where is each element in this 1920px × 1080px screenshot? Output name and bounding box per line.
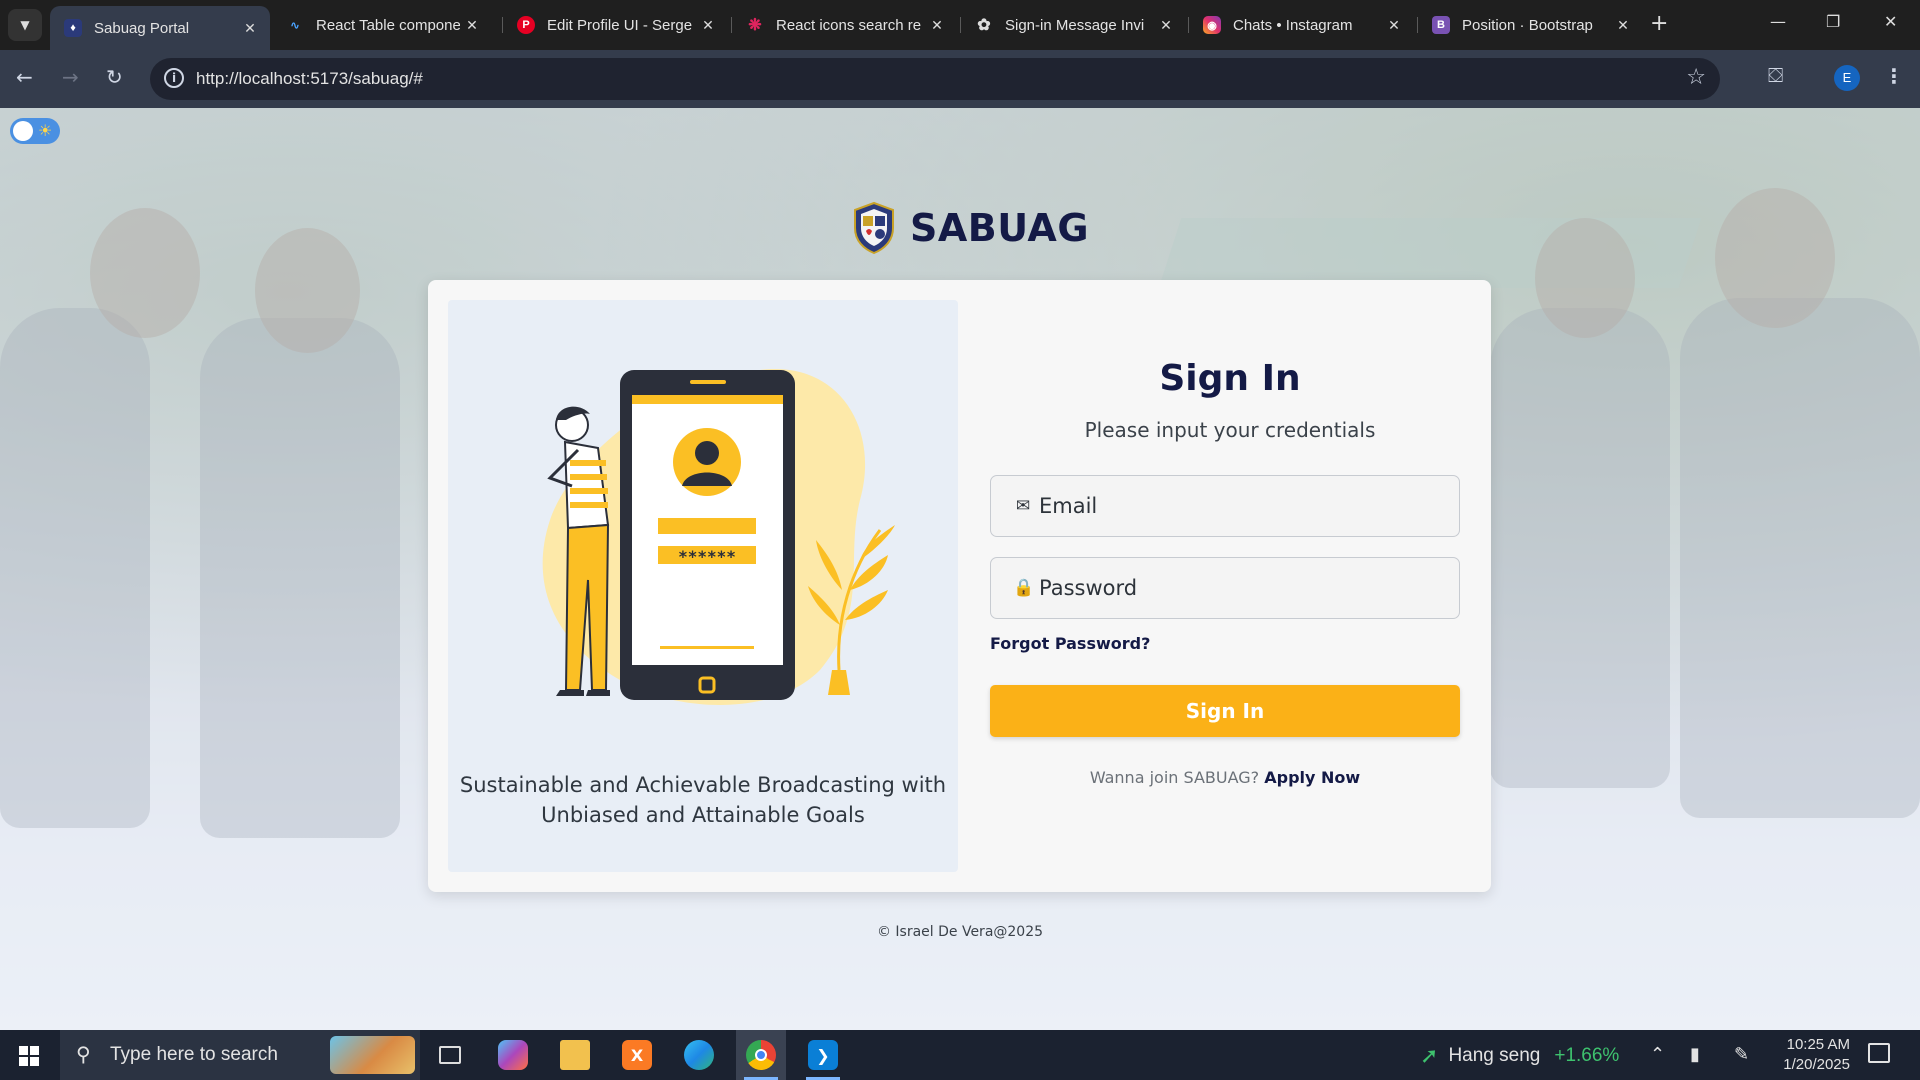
forgot-password-link[interactable]: Forgot Password? xyxy=(990,634,1150,653)
join-prompt: Wanna join SABUAG? xyxy=(1089,768,1260,787)
close-tab-icon[interactable]: ✕ xyxy=(460,17,484,34)
task-view-icon[interactable] xyxy=(425,1030,475,1080)
signin-title: Sign In xyxy=(1159,358,1301,399)
taskbar-search-placeholder: Type here to search xyxy=(110,1044,278,1065)
sabuag-logo xyxy=(854,201,894,255)
back-arrow-icon[interactable]: ← xyxy=(16,65,33,89)
brand-header: SABUAG xyxy=(852,200,1089,256)
windows-start-icon[interactable] xyxy=(19,1046,39,1066)
pinterest-icon: P xyxy=(517,16,535,34)
windows-taskbar: ⚲ Type here to search X ❯ ➚ Hang seng +1… xyxy=(0,1030,1920,1080)
clock-time: 10:25 AM xyxy=(1786,1036,1850,1053)
close-tab-icon[interactable]: ✕ xyxy=(1382,17,1406,34)
address-bar[interactable]: i http://localhost:5173/sabuag/# ☆ xyxy=(150,58,1720,100)
openai-icon: ✿ xyxy=(977,17,991,34)
phone-login-illustration: ****** xyxy=(542,369,895,705)
profile-avatar[interactable]: E xyxy=(1834,65,1860,91)
xampp-icon[interactable]: X xyxy=(612,1030,662,1080)
apply-row: Wanna join SABUAG? Apply Now xyxy=(990,768,1460,787)
password-input[interactable] xyxy=(1039,576,1439,600)
password-mask-text: ****** xyxy=(678,547,736,566)
taskbar-search-box[interactable]: ⚲ Type here to search xyxy=(60,1030,420,1080)
email-field[interactable]: ✉ xyxy=(990,475,1460,537)
notification-icon[interactable] xyxy=(1868,1043,1890,1063)
close-tab-icon[interactable]: ✕ xyxy=(1611,17,1635,34)
sabuag-shield-icon: ♦ xyxy=(64,19,82,37)
browser-toolbar: ← → ↻ i http://localhost:5173/sabuag/# ☆… xyxy=(0,50,1920,108)
tab-sabuag-portal[interactable]: ♦ Sabuag Portal ✕ xyxy=(50,6,270,50)
theme-toggle[interactable]: ☀ xyxy=(10,118,60,144)
tab-react-icons[interactable]: ❋ React icons search re ✕ xyxy=(732,8,957,42)
copilot-icon[interactable] xyxy=(488,1030,538,1080)
edge-icon[interactable] xyxy=(674,1030,724,1080)
tab-react-table[interactable]: ∿ React Table compone ✕ xyxy=(272,8,492,42)
pen-icon[interactable]: ✎ xyxy=(1734,1044,1749,1065)
search-icon: ⚲ xyxy=(76,1042,91,1066)
tagline: Sustainable and Achievable Broadcasting … xyxy=(459,773,947,827)
extensions-puzzle-icon[interactable]: ⛋ xyxy=(1768,63,1783,87)
sun-icon: ☀ xyxy=(38,121,53,140)
email-input[interactable] xyxy=(1039,494,1439,518)
chevron-up-icon[interactable]: ⌃ xyxy=(1650,1044,1665,1065)
url-text[interactable]: http://localhost:5173/sabuag/# xyxy=(196,69,423,89)
vscode-icon[interactable]: ❯ xyxy=(798,1030,848,1080)
browser-tab-bar: ▼ ♦ Sabuag Portal ✕ ∿ React Table compon… xyxy=(0,0,1920,50)
tab-bootstrap[interactable]: B Position · Bootstrap ✕ xyxy=(1418,8,1643,42)
toggle-knob xyxy=(13,121,33,141)
instagram-icon: ◉ xyxy=(1203,16,1221,34)
taskbar-clock[interactable]: 10:25 AM 1/20/2025 xyxy=(1760,1035,1850,1075)
forward-arrow-icon[interactable]: → xyxy=(62,65,79,89)
react-icon: ❋ xyxy=(748,17,762,34)
page-viewport: ☀ SABUAG ****** Sustainable and Achievab… xyxy=(0,108,1920,1030)
chrome-icon[interactable] xyxy=(736,1030,786,1080)
close-tab-icon[interactable]: ✕ xyxy=(238,20,262,37)
kebab-menu-icon[interactable]: ⋮ xyxy=(1884,64,1904,88)
bookmark-star-icon[interactable]: ☆ xyxy=(1686,65,1706,90)
lock-icon: 🔒 xyxy=(1013,578,1035,598)
tab-instagram[interactable]: ◉ Chats • Instagram ✕ xyxy=(1189,8,1414,42)
apply-now-link[interactable]: Apply Now xyxy=(1264,768,1360,787)
site-info-icon[interactable]: i xyxy=(164,68,184,88)
new-tab-button[interactable]: + xyxy=(1650,11,1668,36)
chevron-down-icon: ▼ xyxy=(20,18,30,32)
illustration-panel: ****** Sustainable and Achievable Broadc… xyxy=(448,300,958,872)
minimize-icon[interactable]: — xyxy=(1770,12,1786,31)
react-table-icon: ∿ xyxy=(290,19,300,32)
signin-button[interactable]: Sign In xyxy=(990,685,1460,737)
tab-search-button[interactable]: ▼ xyxy=(8,9,42,41)
ticker-value: +1.66% xyxy=(1554,1045,1620,1066)
ticker-name: Hang seng xyxy=(1448,1045,1541,1066)
close-tab-icon[interactable]: ✕ xyxy=(925,17,949,34)
close-window-icon[interactable]: ✕ xyxy=(1884,12,1897,31)
reload-icon[interactable]: ↻ xyxy=(106,65,123,89)
signin-subtitle: Please input your credentials xyxy=(1084,418,1376,442)
tab-chatgpt[interactable]: ✿ Sign-in Message Invi ✕ xyxy=(961,8,1186,42)
restore-icon[interactable]: ❐ xyxy=(1826,12,1840,31)
close-tab-icon[interactable]: ✕ xyxy=(1154,17,1178,34)
stock-ticker-widget[interactable]: ➚ Hang seng +1.66% xyxy=(1420,1043,1619,1069)
brand-name: SABUAG xyxy=(910,206,1090,250)
footer-copyright: © Israel De Vera@2025 xyxy=(876,924,1044,940)
clock-date: 1/20/2025 xyxy=(1783,1056,1850,1073)
stock-chart-icon: ➚ xyxy=(1420,1043,1439,1068)
envelope-icon: ✉ xyxy=(1015,496,1031,516)
search-highlight-image xyxy=(330,1036,415,1074)
password-field[interactable]: 🔒 xyxy=(990,557,1460,619)
battery-icon[interactable]: ▮ xyxy=(1690,1044,1700,1065)
tab-edit-profile[interactable]: P Edit Profile UI - Serge ✕ xyxy=(503,8,728,42)
signin-card: ****** Sustainable and Achievable Broadc… xyxy=(428,280,1491,892)
bootstrap-icon: B xyxy=(1432,16,1450,34)
file-explorer-icon[interactable] xyxy=(550,1030,600,1080)
close-tab-icon[interactable]: ✕ xyxy=(696,17,720,34)
